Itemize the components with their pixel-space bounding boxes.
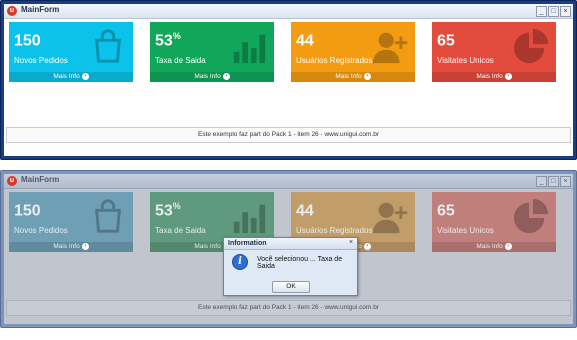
window-title: MainForm [21, 5, 60, 14]
tile-number: 53% [155, 31, 181, 50]
tile-number: 44 [296, 202, 314, 220]
pie-chart-icon [513, 28, 549, 64]
tile-taxa-de-saida[interactable]: 53% Taxa de Saida Mais Info › [150, 22, 274, 82]
dialog-title[interactable]: Information [224, 238, 357, 250]
bar-chart-icon [233, 34, 266, 64]
main-form-window-modal: u MainForm _ □ × 150 Novos Pedidos Mais … [0, 170, 577, 328]
dialog-message: Você selecionou ... Taxa de Saida [257, 256, 343, 270]
window-controls: _ □ × [536, 6, 571, 17]
tile-label: Visitates Unicos [437, 56, 494, 65]
tile-visitates-unicos: 65 Visitates Unicos Mais Info › [432, 192, 556, 252]
tile-visitates-unicos[interactable]: 65 Visitates Unicos Mais Info › [432, 22, 556, 82]
tile-more-info-link: Mais Info› [9, 242, 133, 252]
app-icon: u [7, 176, 17, 186]
add-user-icon [372, 202, 408, 234]
bar-chart-icon [233, 204, 266, 234]
app-icon: u [7, 6, 17, 16]
restore-button[interactable]: □ [548, 6, 559, 17]
window-controls: _ □ × [536, 176, 571, 187]
tile-novos-pedidos: 150 Novos Pedidos Mais Info › [9, 192, 133, 252]
arrow-right-icon: › [81, 242, 89, 250]
tile-number: 150 [14, 32, 41, 50]
tile-label: Novos Pedidos [14, 56, 68, 65]
footer-text: Este exemplo faz part do Pack 1 - item 2… [6, 127, 571, 143]
window-titlebar[interactable]: u MainForm _ □ × [4, 4, 573, 19]
tile-number: 150 [14, 202, 41, 220]
close-button[interactable]: × [560, 6, 571, 17]
tile-number: 65 [437, 202, 455, 220]
window-client-area: 150 Novos Pedidos Mais Info › 53% Taxa de… [4, 189, 573, 324]
restore-button[interactable]: □ [548, 176, 559, 187]
tile-label: Visitates Unicos [437, 226, 494, 235]
information-dialog: Information × i Você selecionou ... Taxa… [223, 237, 358, 296]
info-icon: i [232, 254, 248, 270]
add-user-icon [372, 32, 408, 64]
close-button[interactable]: × [560, 176, 571, 187]
arrow-right-icon: › [222, 72, 230, 80]
window-client-area: 150 Novos Pedidos Mais Info › 53% Taxa de… [4, 19, 573, 156]
window-title: MainForm [21, 175, 60, 184]
arrow-right-icon: › [363, 72, 371, 80]
arrow-right-icon: › [504, 242, 512, 250]
tile-more-info-link[interactable]: Mais Info › [150, 72, 274, 82]
pie-chart-icon [513, 198, 549, 234]
tile-more-info-link[interactable]: Mais Info › [432, 72, 556, 82]
arrow-right-icon: › [504, 72, 512, 80]
tile-more-info-link[interactable]: Mais Info › [9, 72, 133, 82]
tile-label: Usuários Registrados [296, 56, 373, 65]
tile-label: Novos Pedidos [14, 226, 68, 235]
tile-label: Usuários Registrados [296, 226, 373, 235]
minimize-button[interactable]: _ [536, 176, 547, 187]
tile-label: Taxa de Saida [155, 226, 206, 235]
tile-usuarios-registrados[interactable]: 44 Usuários Registrados Mais Info › [291, 22, 415, 82]
shopping-bag-icon [95, 199, 121, 233]
footer-text: Este exemplo faz part do Pack 1 - item 2… [6, 300, 571, 316]
tile-label: Taxa de Saida [155, 56, 206, 65]
tile-number: 44 [296, 32, 314, 50]
arrow-right-icon: › [81, 72, 89, 80]
ok-button[interactable]: OK [272, 281, 310, 293]
tile-number: 53% [155, 201, 181, 220]
arrow-right-icon: › [363, 242, 371, 250]
tile-more-info-link: Mais Info› [432, 242, 556, 252]
tile-more-info-link[interactable]: Mais Info › [291, 72, 415, 82]
shopping-bag-icon [95, 29, 121, 63]
main-form-window: u MainForm _ □ × 150 Novos Pedidos Mais … [0, 0, 577, 160]
minimize-button[interactable]: _ [536, 6, 547, 17]
dialog-close-icon[interactable]: × [347, 239, 355, 247]
tile-number: 65 [437, 32, 455, 50]
tile-novos-pedidos[interactable]: 150 Novos Pedidos Mais Info › [9, 22, 133, 82]
window-titlebar[interactable]: u MainForm _ □ × [4, 174, 573, 189]
